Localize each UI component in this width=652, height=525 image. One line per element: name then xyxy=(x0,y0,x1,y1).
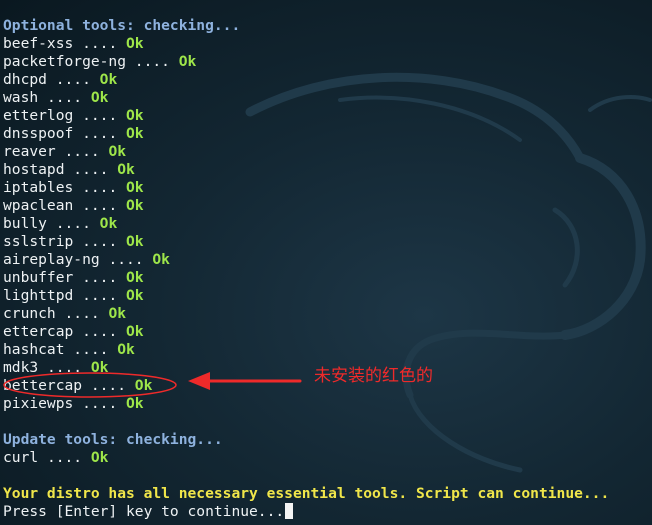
tool-name: pixiewps xyxy=(3,395,74,412)
tool-status: Ok xyxy=(126,323,144,340)
tool-status: Ok xyxy=(126,179,144,196)
tool-status: Ok xyxy=(117,341,135,358)
tool-name: wpaclean xyxy=(3,197,74,214)
tool-name: reaver xyxy=(3,143,56,160)
tool-status: Ok xyxy=(108,143,127,160)
tool-row: lighttpd .... Ok xyxy=(3,287,649,305)
tool-name: iptables xyxy=(3,179,74,196)
prompt-text: Press [Enter] key to continue... xyxy=(3,503,285,520)
tool-name: lighttpd xyxy=(3,287,74,304)
update-tools-list: curl .... Ok xyxy=(3,449,649,467)
tool-status: Ok xyxy=(126,233,144,250)
tool-name: packetforge-ng xyxy=(3,53,127,70)
tool-status: Ok xyxy=(126,35,144,52)
tool-separator: .... xyxy=(38,89,91,106)
tool-separator: .... xyxy=(126,53,179,70)
update-tools-header: Update tools: checking... xyxy=(3,431,223,448)
tool-row: dnsspoof .... Ok xyxy=(3,125,649,143)
tool-row: hashcat .... Ok xyxy=(3,341,649,359)
tool-separator: .... xyxy=(73,233,127,250)
tool-status: Ok xyxy=(108,305,127,322)
tool-name: hostapd xyxy=(3,161,65,178)
tool-status: Ok xyxy=(90,359,109,376)
tool-separator: .... xyxy=(55,143,109,160)
tool-separator: .... xyxy=(38,449,91,466)
tool-name: bettercap xyxy=(3,377,83,394)
tool-status: Ok xyxy=(126,395,144,412)
tool-row: packetforge-ng .... Ok xyxy=(3,53,649,71)
tool-row: pixiewps .... Ok xyxy=(3,395,649,413)
tool-name: bully xyxy=(3,215,47,232)
tool-row: sslstrip .... Ok xyxy=(3,233,649,251)
tool-row: aireplay-ng .... Ok xyxy=(3,251,649,269)
tool-separator: .... xyxy=(99,251,153,268)
optional-tools-header: Optional tools: checking... xyxy=(3,17,241,34)
tool-separator: .... xyxy=(64,341,118,358)
continue-prompt[interactable]: Press [Enter] key to continue... xyxy=(3,503,649,521)
tool-separator: .... xyxy=(73,107,127,124)
tool-separator: .... xyxy=(73,395,127,412)
tool-row: ettercap .... Ok xyxy=(3,323,649,341)
tool-name: mdk3 xyxy=(3,359,39,376)
tool-name: crunch xyxy=(3,305,56,322)
tool-name: aireplay-ng xyxy=(3,251,100,268)
tool-name: unbuffer xyxy=(3,269,74,286)
tool-name: hashcat xyxy=(3,341,65,358)
tool-row: dhcpd .... Ok xyxy=(3,71,649,89)
tool-separator: .... xyxy=(73,269,127,286)
tool-status: Ok xyxy=(126,125,144,142)
tool-separator: .... xyxy=(73,35,127,52)
tool-status: Ok xyxy=(90,449,109,466)
tool-row: curl .... Ok xyxy=(3,449,649,467)
tool-separator: .... xyxy=(73,287,127,304)
tool-row: etterlog .... Ok xyxy=(3,107,649,125)
tool-separator: .... xyxy=(55,305,109,322)
tool-status: Ok xyxy=(126,287,144,304)
tool-row: iptables .... Ok xyxy=(3,179,649,197)
tool-name: curl xyxy=(3,449,39,466)
tool-name: etterlog xyxy=(3,107,74,124)
tool-name: dnsspoof xyxy=(3,125,74,142)
text-cursor xyxy=(285,503,294,519)
tool-separator: .... xyxy=(73,323,127,340)
tool-row: reaver .... Ok xyxy=(3,143,649,161)
terminal-output: Optional tools: checking... beef-xss ...… xyxy=(3,17,649,521)
tool-status: Ok xyxy=(126,107,144,124)
tool-row: hostapd .... Ok xyxy=(3,161,649,179)
terminal-window[interactable]: Optional tools: checking... beef-xss ...… xyxy=(0,0,652,525)
tool-name: ettercap xyxy=(3,323,74,340)
tool-status: Ok xyxy=(152,251,170,268)
tool-status: Ok xyxy=(178,53,197,70)
tool-name: beef-xss xyxy=(3,35,74,52)
tool-separator: .... xyxy=(38,359,91,376)
tool-name: sslstrip xyxy=(3,233,74,250)
tool-name: wash xyxy=(3,89,39,106)
tool-row: beef-xss .... Ok xyxy=(3,35,649,53)
tool-name: dhcpd xyxy=(3,71,47,88)
tool-separator: .... xyxy=(64,161,118,178)
tool-status: Ok xyxy=(117,161,135,178)
final-message: Your distro has all necessary essential … xyxy=(3,485,610,502)
annotation-label: 未安装的红色的 xyxy=(314,366,433,386)
tool-separator: .... xyxy=(73,197,127,214)
tool-row: crunch .... Ok xyxy=(3,305,649,323)
tool-separator: .... xyxy=(73,179,127,196)
tool-row: wpaclean .... Ok xyxy=(3,197,649,215)
tool-status: Ok xyxy=(90,89,109,106)
optional-tools-list: beef-xss .... Ok packetforge-ng .... Ok dh… xyxy=(3,35,649,413)
tool-separator: .... xyxy=(73,125,127,142)
tool-status: Ok xyxy=(126,197,144,214)
tool-separator: .... xyxy=(46,215,100,232)
tool-status: Ok xyxy=(134,377,153,394)
tool-status: Ok xyxy=(126,269,144,286)
tool-row: bully .... Ok xyxy=(3,215,649,233)
tool-status: Ok xyxy=(99,71,118,88)
tool-row: unbuffer .... Ok xyxy=(3,269,649,287)
tool-separator: .... xyxy=(46,71,100,88)
tool-separator: .... xyxy=(82,377,135,394)
tool-row: wash .... Ok xyxy=(3,89,649,107)
tool-status: Ok xyxy=(99,215,118,232)
